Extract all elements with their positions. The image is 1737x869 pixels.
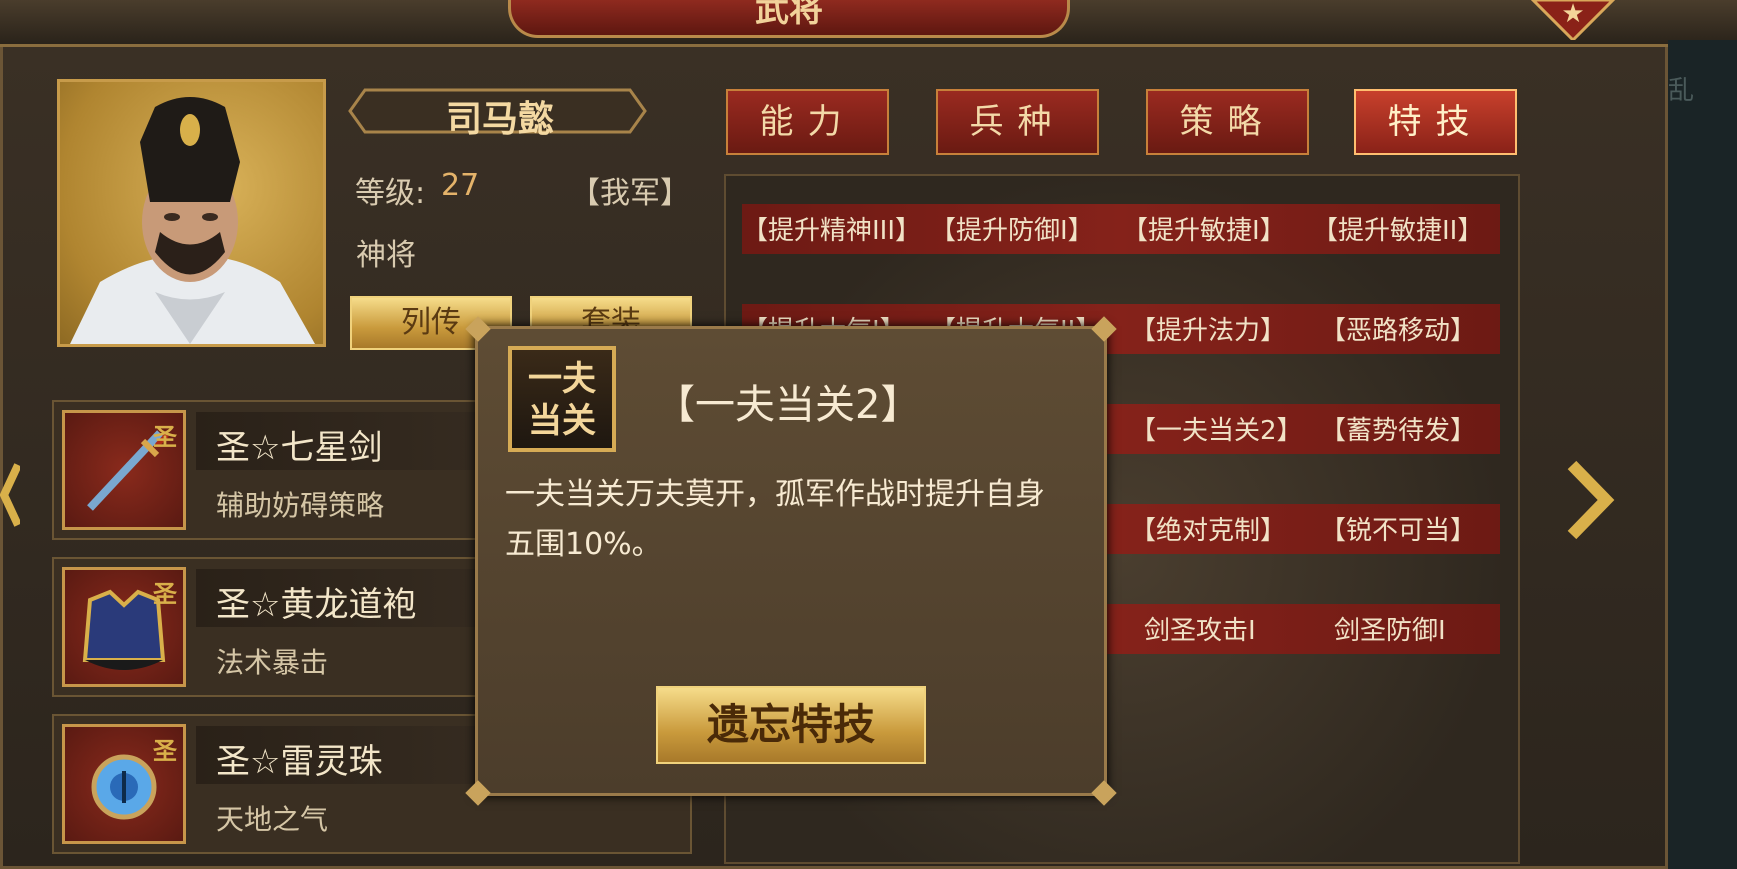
tab-ability[interactable]: 能力	[726, 89, 889, 155]
skill-item[interactable]: 剑圣攻击Ⅰ	[1144, 610, 1256, 647]
page-title: 武将	[508, 0, 1070, 38]
skill-title: 【一夫当关2】	[655, 382, 921, 428]
skill-item[interactable]: 【锐不可当】	[1320, 510, 1476, 547]
skill-item[interactable]: 【恶路移动】	[1320, 310, 1476, 347]
skill-item[interactable]: 【提升敏捷II】	[1312, 210, 1483, 247]
skill-icon-text: 当关	[528, 401, 596, 441]
skill-item[interactable]: 剑圣防御Ⅰ	[1334, 610, 1446, 647]
equipment-effect: 天地之气	[216, 803, 329, 836]
skill-item[interactable]: 【提升敏捷Ⅰ】	[1122, 210, 1286, 247]
faction-label: 【我军】	[570, 176, 690, 211]
svg-text:★: ★	[1561, 0, 1584, 29]
prev-arrow-icon[interactable]	[0, 450, 20, 540]
holy-seal-icon: 圣	[153, 423, 177, 451]
orb-icon: 圣	[62, 724, 186, 844]
skill-item[interactable]: 【提升精神III】	[742, 210, 921, 247]
holy-seal-icon: 圣	[153, 580, 177, 608]
skill-row: 【提升精神III】 【提升防御Ⅰ】 【提升敏捷Ⅰ】 【提升敏捷II】	[742, 204, 1500, 254]
level-label: 等级:	[355, 176, 426, 211]
next-arrow-icon[interactable]	[1560, 455, 1616, 545]
skill-description: 一夫当关万夫莫开，孤军作战时提升自身五围10%。	[505, 477, 1045, 562]
skill-item[interactable]: 【绝对克制】	[1130, 510, 1286, 547]
skill-item[interactable]: 【提升防御Ⅰ】	[930, 210, 1094, 247]
equipment-name: 圣☆七星剑	[216, 428, 383, 468]
rank-label: 神将	[356, 238, 416, 273]
sword-icon: 圣	[62, 410, 186, 530]
skill-item[interactable]: 【一夫当关2】	[1130, 410, 1303, 447]
background-map-strip	[1668, 40, 1737, 869]
background-text: 乱	[1668, 76, 1695, 106]
close-button[interactable]: ★	[1528, 0, 1618, 40]
equipment-name: 圣☆黄龙道袍	[216, 585, 417, 625]
skill-item[interactable]: 【蓄势待发】	[1320, 410, 1476, 447]
skill-icon: 一夫 当关	[508, 346, 616, 452]
tab-strategy[interactable]: 策略	[1146, 89, 1309, 155]
equipment-effect: 法术暴击	[216, 646, 329, 679]
robe-icon: 圣	[62, 567, 186, 687]
hero-portrait-art	[70, 97, 315, 344]
level-value: 27	[441, 168, 480, 203]
tab-troop-type[interactable]: 兵种	[936, 89, 1099, 155]
equipment-effect: 辅助妨碍策略	[216, 489, 385, 522]
hero-name: 司马懿	[445, 99, 554, 140]
holy-seal-icon: 圣	[153, 737, 177, 765]
skill-item[interactable]: 【提升法力】	[1130, 310, 1286, 347]
tab-special-skills[interactable]: 特技	[1354, 89, 1517, 155]
hero-portrait	[57, 79, 326, 347]
equipment-name: 圣☆雷灵珠	[216, 742, 383, 782]
forget-skill-button[interactable]: 遗忘特技	[656, 686, 926, 764]
skill-icon-text: 一夫	[528, 359, 596, 399]
